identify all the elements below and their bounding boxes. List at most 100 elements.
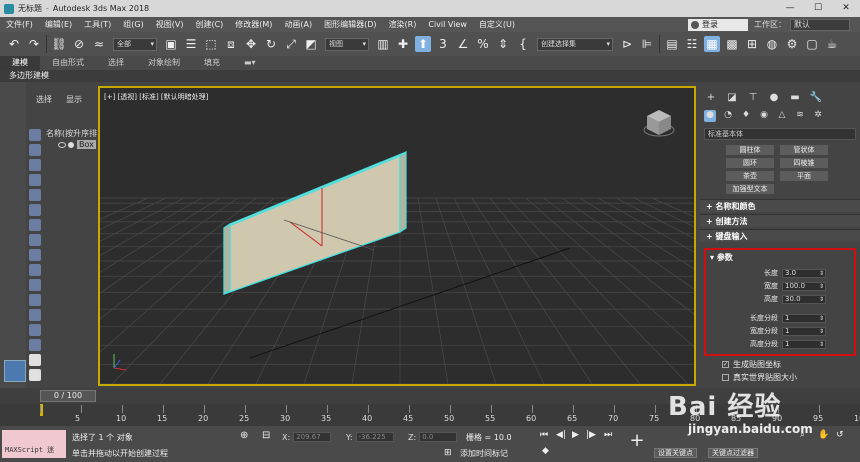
name-column-header[interactable]: 名称(按升序排 (46, 128, 97, 139)
layer-explorer-icon[interactable]: ☷ (684, 36, 700, 52)
go-to-start-icon[interactable]: ⏮ (540, 430, 548, 440)
scene-tab-display[interactable]: 显示 (66, 94, 82, 105)
menu-file[interactable]: 文件(F) (0, 17, 39, 32)
prev-frame-icon[interactable]: ◀| (556, 430, 566, 440)
workspace-layout-icon[interactable] (4, 360, 26, 382)
tab-modeling[interactable]: 建模 (0, 56, 40, 70)
render-icon[interactable]: ☕ (824, 36, 840, 52)
select-object-icon[interactable]: ▣ (163, 36, 179, 52)
cylinder-button[interactable]: 圆柱体 (726, 145, 774, 155)
undo-icon[interactable]: ↶ (6, 36, 22, 52)
filter-spacewarps-icon[interactable] (29, 204, 41, 216)
menu-animation[interactable]: 动画(A) (278, 17, 318, 32)
named-selection-set-select[interactable]: 创建选择集 (537, 37, 613, 51)
viewport-label[interactable]: [+] [透视] [标准] [默认明暗处理] (104, 92, 208, 102)
isolate-icon[interactable]: ⊕ (240, 430, 248, 441)
y-coord-field[interactable]: -36.225 (355, 432, 394, 442)
x-coord-field[interactable]: 209.67 (293, 432, 332, 442)
filter-all-icon[interactable] (29, 309, 41, 321)
workspace-select[interactable]: 默认 (790, 18, 850, 31)
percent-snap-icon[interactable]: % (475, 36, 491, 52)
filter-lights-icon[interactable] (29, 159, 41, 171)
length-segs-spinner[interactable]: 1 (782, 313, 826, 323)
teapot-button[interactable]: 茶壶 (726, 171, 774, 181)
link-icon[interactable]: ⛓ (51, 36, 67, 52)
placement-icon[interactable]: ◩ (303, 36, 319, 52)
scale-icon[interactable]: ⤢ (283, 36, 299, 52)
tab-object-paint[interactable]: 对象绘制 (136, 56, 192, 70)
perspective-viewport[interactable]: [+] [透视] [标准] [默认明暗处理] (98, 86, 696, 386)
keyboard-shortcut-override-icon[interactable]: ⬆ (415, 36, 431, 52)
menu-tools[interactable]: 工具(T) (78, 17, 117, 32)
rollout-name-color[interactable]: + 名称和颜色 (700, 199, 860, 212)
maxscript-listener[interactable]: MAXScript 迷 (2, 430, 66, 458)
render-frame-icon[interactable]: ▢ (804, 36, 820, 52)
geometry-icon[interactable]: ● (704, 110, 716, 122)
select-by-name-icon[interactable]: ☰ (183, 36, 199, 52)
menu-edit[interactable]: 编辑(E) (39, 17, 78, 32)
menu-create[interactable]: 创建(C) (189, 17, 229, 32)
utilities-tab-icon[interactable]: 🔧 (809, 92, 823, 106)
height-segs-spinner[interactable]: 1 (782, 339, 826, 349)
hierarchy-tab-icon[interactable]: ⊤ (746, 92, 760, 106)
edit-named-selection-icon[interactable]: { (515, 36, 531, 52)
motion-tab-icon[interactable]: ● (767, 92, 781, 106)
key-filters-button[interactable]: 关键点过滤器 (708, 448, 758, 458)
time-tag-icon[interactable]: ⊞ (444, 448, 452, 458)
material-editor-icon[interactable]: ◍ (764, 36, 780, 52)
spinner-snap-icon[interactable]: ⇕ (495, 36, 511, 52)
set-key-button[interactable]: 设置关键点 (654, 448, 697, 458)
reference-coord-select[interactable]: 视图 (325, 37, 369, 51)
menu-modifiers[interactable]: 修改器(M) (229, 17, 278, 32)
pivot-center-icon[interactable]: ▥ (375, 36, 391, 52)
menu-group[interactable]: 组(G) (117, 17, 149, 32)
rotate-icon[interactable]: ↻ (263, 36, 279, 52)
snaps-toggle-icon[interactable]: 3 (435, 36, 451, 52)
filter-shapes-icon[interactable] (29, 144, 41, 156)
box-object[interactable] (223, 150, 407, 296)
filter-invert-icon[interactable] (29, 339, 41, 351)
filter-geometry-icon[interactable] (29, 129, 41, 141)
cameras-icon[interactable]: ◉ (758, 110, 770, 122)
move-icon[interactable]: ✥ (243, 36, 259, 52)
unlink-icon[interactable]: ⊘ (71, 36, 87, 52)
mirror-icon[interactable]: ⊳ (619, 36, 635, 52)
filter-cameras-icon[interactable] (29, 174, 41, 186)
lock-selection-icon[interactable]: ⊟ (262, 430, 270, 441)
pyramid-button[interactable]: 四棱锥 (780, 158, 828, 168)
next-frame-icon[interactable]: |▶ (586, 430, 596, 440)
object-name[interactable]: Box (77, 140, 96, 149)
key-mode-icon[interactable]: ◆ (542, 446, 549, 456)
object-category-select[interactable]: 标准基本体 (704, 128, 856, 140)
scene-explorer-icon[interactable]: ▤ (664, 36, 680, 52)
visibility-icon[interactable] (58, 141, 66, 148)
close-icon[interactable]: ✕ (832, 0, 860, 17)
filter-options-icon[interactable] (29, 369, 41, 381)
align-icon[interactable]: ⊫ (639, 36, 655, 52)
space-warps-icon[interactable]: ≋ (794, 110, 806, 122)
shapes-icon[interactable]: ◔ (722, 110, 734, 122)
helpers-icon[interactable]: △ (776, 110, 788, 122)
select-manipulate-icon[interactable]: ✚ (395, 36, 411, 52)
scene-tab-select[interactable]: 选择 (36, 94, 52, 105)
list-item[interactable]: Box (58, 140, 96, 149)
width-segs-spinner[interactable]: 1 (782, 326, 826, 336)
menu-customize[interactable]: 自定义(U) (473, 17, 521, 32)
frame-counter[interactable]: 0 / 100 (40, 390, 96, 402)
maximize-icon[interactable]: ☐ (804, 0, 832, 17)
modify-tab-icon[interactable]: ◪ (725, 92, 739, 106)
filter-bones-icon[interactable] (29, 249, 41, 261)
filter-hidden-icon[interactable] (29, 294, 41, 306)
gen-mapping-checkbox[interactable]: ✓ (722, 361, 729, 368)
login-button[interactable]: 登录 (688, 18, 748, 31)
orbit-icon[interactable]: ↺ (836, 430, 844, 440)
angle-snap-icon[interactable]: ∠ (455, 36, 471, 52)
polygon-modeling-label[interactable]: 多边形建模 (0, 71, 49, 80)
rollout-creation-method[interactable]: + 创建方法 (700, 214, 860, 227)
plane-button[interactable]: 平面 (780, 171, 828, 181)
bind-space-warp-icon[interactable]: ≈ (91, 36, 107, 52)
filter-helpers-icon[interactable] (29, 189, 41, 201)
display-tab-icon[interactable]: ▬ (788, 92, 802, 106)
filter-frozen-icon[interactable] (29, 279, 41, 291)
menu-views[interactable]: 视图(V) (150, 17, 190, 32)
